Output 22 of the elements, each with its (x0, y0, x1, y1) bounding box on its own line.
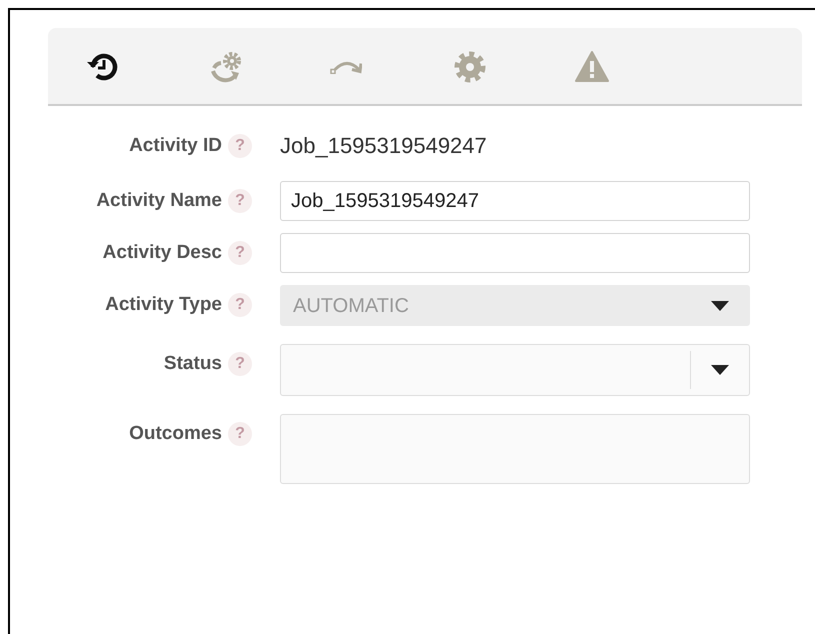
text-area[interactable] (280, 414, 750, 484)
caret-icon (711, 365, 729, 375)
field-label: Status (164, 352, 222, 376)
field-label: Activity Desc (102, 240, 222, 265)
sync-gear-icon (208, 49, 244, 85)
help-icon[interactable]: ? (228, 422, 252, 446)
field-value: Job_1595319549247 (280, 133, 487, 158)
select-field[interactable] (280, 344, 750, 396)
help-icon[interactable]: ? (228, 241, 252, 265)
field-label: Activity Type (105, 292, 222, 317)
redo-arrow-icon (330, 60, 362, 74)
help-icon[interactable]: ? (228, 134, 252, 158)
help-icon[interactable]: ? (228, 189, 252, 213)
field-label: Activity ID (129, 134, 222, 158)
caret-icon (711, 300, 729, 310)
settings-icon (452, 49, 488, 85)
text-input[interactable] (280, 233, 750, 273)
field-label: Outcomes (129, 422, 222, 446)
text-input[interactable]: Job_1595319549247 (280, 181, 750, 221)
field-label: Activity Name (96, 188, 222, 213)
warning-icon (574, 49, 610, 85)
help-icon[interactable]: ? (228, 352, 252, 376)
